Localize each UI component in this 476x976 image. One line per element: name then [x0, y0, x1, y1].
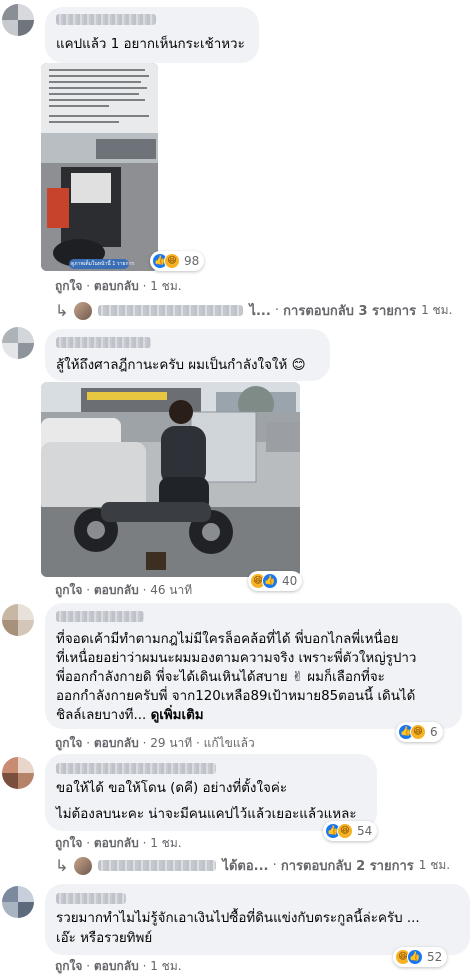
- comment-time[interactable]: 1 ชม.: [150, 836, 181, 850]
- reply-arrow-icon: ↳: [55, 301, 69, 320]
- reply-avatar: [74, 301, 93, 320]
- reply-arrow-icon: ↳: [55, 856, 69, 875]
- comment-text-line: ไม่ต้องลบนะคะ น่าจะมีคนแคปไว้แล้วเยอะแล้…: [56, 807, 357, 822]
- reaction-count: 40: [282, 574, 298, 588]
- comment-actions: ถูกใจ · ตอบกลับ · 29 นาที · แก้ไขแล้ว: [55, 736, 255, 750]
- edited-label: แก้ไขแล้ว: [203, 736, 255, 750]
- comment-text-line: ที่เหนื่อยอย่าว่าผมนะผมมองตามความจริง เพ…: [56, 651, 417, 666]
- commenter-name[interactable]: [56, 337, 151, 348]
- reaction-count: 98: [184, 254, 200, 268]
- like-icon: 👍: [407, 949, 423, 965]
- reply-name: [98, 305, 244, 316]
- comment-text-line: ชิลล์เลยบางที... ดูเพิ่มเติม: [56, 708, 204, 723]
- reply-button[interactable]: ตอบกลับ: [94, 279, 139, 293]
- commenter-avatar[interactable]: [2, 4, 34, 36]
- reply-button[interactable]: ตอบกลับ: [94, 836, 139, 850]
- comment-text-line: เอ๊ะ หรือรวยทิพย์: [56, 931, 153, 946]
- replies-count: การตอบกลับ 2 รายการ: [280, 859, 414, 874]
- photo-caption: ดูภาพเต็มในหน้านี้ 1 รายการ: [71, 261, 135, 267]
- comment-actions: ถูกใจ · ตอบกลับ · 1 ชม.: [55, 836, 182, 850]
- smile-emoji: 😊: [291, 358, 306, 373]
- like-button[interactable]: ถูกใจ: [55, 279, 82, 293]
- reply-avatar: [74, 856, 93, 875]
- reaction-summary[interactable]: 😆 👍 40: [248, 571, 303, 591]
- comment-text: สู้ให้ถึงศาลฎีกานะครับ ผมเป็นกำลังใจให้ …: [56, 358, 306, 373]
- comment-actions: ถูกใจ · ตอบกลับ · 1 ชม.: [55, 279, 182, 293]
- commenter-name[interactable]: [56, 14, 156, 25]
- comment-text-line: ที่จอดเค้ามีทำตามกฎไม่มีใครล็อคล้อที่ได้…: [56, 632, 399, 647]
- commenter-name[interactable]: [56, 611, 144, 622]
- comment-time[interactable]: 46 นาที: [150, 583, 192, 597]
- comment-text: แคปแล้ว 1 อยากเห็นกระเช้าหวะ: [56, 37, 245, 52]
- commenter-name[interactable]: [56, 893, 126, 904]
- reply-name-suffix: ได้ตอ...: [222, 859, 269, 874]
- commenter-avatar[interactable]: [2, 757, 34, 789]
- photo-image: [41, 382, 300, 577]
- haha-icon: 😆: [337, 823, 353, 839]
- see-more-link[interactable]: ดูเพิ่มเติม: [151, 708, 204, 723]
- replies-time: 1 ชม.: [421, 303, 453, 317]
- reply-button[interactable]: ตอบกลับ: [94, 959, 139, 973]
- comment-time[interactable]: 1 ชม.: [150, 279, 181, 293]
- photo-image: [41, 63, 158, 271]
- commenter-name[interactable]: [56, 763, 216, 774]
- like-button[interactable]: ถูกใจ: [55, 836, 82, 850]
- comment-text-line: ขอให้ได้ ขอให้โดน (ดคี) อย่างที่ตั้งใจค่…: [56, 781, 288, 796]
- like-icon: 👍: [262, 573, 278, 589]
- like-button[interactable]: ถูกใจ: [55, 583, 82, 597]
- comment-actions: ถูกใจ · ตอบกลับ · 1 ชม.: [55, 959, 182, 973]
- comment-text-line: รวยมากทำไมไม่รู้จักเอาเงินไปซื้อที่ดินแข…: [56, 911, 420, 926]
- haha-icon: 😆: [164, 253, 180, 269]
- reply-button[interactable]: ตอบกลับ: [94, 736, 139, 750]
- comment-photo[interactable]: ดูภาพเต็มในหน้านี้ 1 รายการ: [41, 63, 158, 271]
- view-replies-link[interactable]: ↳ ไ... · การตอบกลับ 3 รายการ 1 ชม.: [55, 300, 452, 321]
- comment-time[interactable]: 1 ชม.: [150, 959, 181, 973]
- reply-name: [98, 860, 217, 871]
- view-replies-link[interactable]: ↳ ได้ตอ... · การตอบกลับ 2 รายการ 1 ชม.: [55, 855, 450, 876]
- reaction-summary[interactable]: 👍 😆 98: [150, 251, 205, 271]
- like-button[interactable]: ถูกใจ: [55, 959, 82, 973]
- comment-time[interactable]: 29 นาที: [150, 736, 192, 750]
- commenter-avatar[interactable]: [2, 886, 34, 918]
- comment-text-line: พี่ออกกำลังกายดิ พี่จะได้เดินเหินได้สบาย…: [56, 670, 385, 685]
- comment-text-line: ออกกำลังกายครับพี่ จาก120เหลือ89เป้าหมาย…: [56, 689, 416, 704]
- reaction-summary[interactable]: 😆 👍 52: [393, 947, 448, 967]
- reaction-summary[interactable]: 👍 😆 54: [323, 821, 378, 841]
- comment-photo[interactable]: [41, 382, 300, 577]
- reaction-summary[interactable]: 👍 😆 6: [396, 722, 443, 742]
- reply-button[interactable]: ตอบกลับ: [94, 583, 139, 597]
- replies-time: 1 ชม.: [418, 858, 451, 872]
- haha-icon: 😆: [410, 724, 426, 740]
- reaction-count: 52: [427, 950, 443, 964]
- commenter-avatar[interactable]: [2, 604, 34, 636]
- like-button[interactable]: ถูกใจ: [55, 736, 82, 750]
- commenter-avatar[interactable]: [2, 327, 34, 359]
- reply-name-suffix: ไ...: [249, 304, 271, 319]
- replies-count: การตอบกลับ 3 รายการ: [283, 304, 417, 319]
- reaction-count: 6: [430, 725, 438, 739]
- comment-actions: ถูกใจ · ตอบกลับ · 46 นาที: [55, 583, 193, 597]
- reaction-count: 54: [357, 824, 373, 838]
